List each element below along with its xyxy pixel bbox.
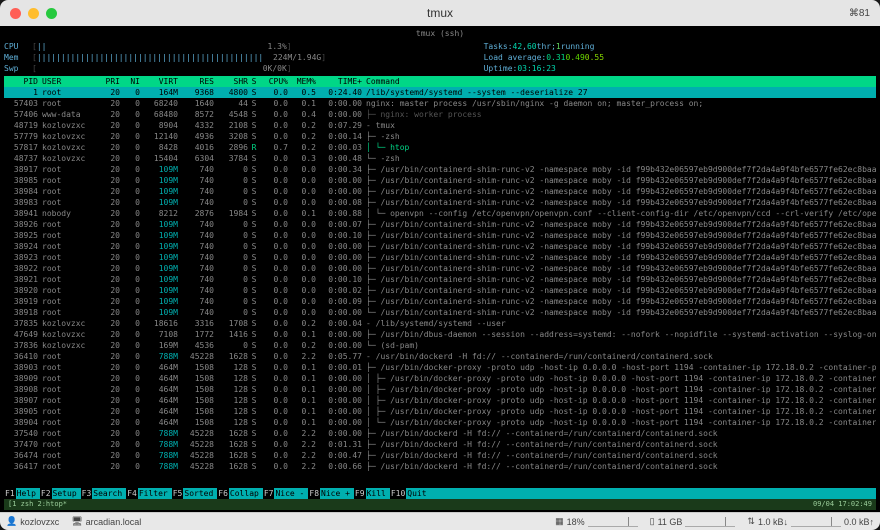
process-row[interactable]: 38923root200109M7400S0.00.00:00.00├─ /us… [4,252,876,263]
process-row[interactable]: 57403root20068240164044S0.00.10:00.00ngi… [4,98,876,109]
tmux-status-bar[interactable]: [1 zsh 2:htop* 09/04 17:02:49 [4,499,876,510]
macos-titlebar[interactable]: tmux ⌘81 [0,0,880,26]
process-row[interactable]: 38921root200109M7400S0.00.00:00.10├─ /us… [4,274,876,285]
fn-nice +[interactable]: F8Nice + [308,488,354,499]
process-list[interactable]: 57403root20068240164044S0.00.10:00.00ngi… [4,98,876,488]
col-ni[interactable]: NI [120,76,140,87]
process-row[interactable]: 38924root200109M7400S0.00.00:00.00├─ /us… [4,241,876,252]
process-row[interactable]: 57817kozlovzxc200842840162896R0.70.20:00… [4,142,876,153]
window-title: tmux [0,6,880,20]
htop-stats: CPU[||1.3%] Mem[||||||||||||||||||||||||… [4,41,876,74]
process-row[interactable]: 38908root200464M1508128S0.00.10:00.00│ ├… [4,384,876,395]
col-pid[interactable]: PID [4,76,42,87]
process-row[interactable]: 37835kozlovzxc2001861633161708S0.00.20:0… [4,318,876,329]
terminal-window: tmux ⌘81 tmux (ssh) CPU[||1.3%] Mem[||||… [0,0,880,530]
process-row[interactable]: 38983root200109M7400S0.00.00:00.08├─ /us… [4,197,876,208]
col-cmd[interactable]: Command [366,76,876,87]
process-row[interactable]: 38918root200109M7400S0.00.00:00.00└─ /us… [4,307,876,318]
col-virt[interactable]: VIRT [140,76,178,87]
fn-setup[interactable]: F2Setup [40,488,81,499]
process-row[interactable]: 38909root200464M1508128S0.00.10:00.00│ ├… [4,373,876,384]
process-row[interactable]: 38941nobody200821228761984S0.00.10:00.88… [4,208,876,219]
mem-value: 224M/1.94G [263,52,321,63]
system-status-bar: 👤 kozlovzxc 🖥 arcadian.local ▦ 18% ▯ 11 … [0,512,880,530]
col-s[interactable]: S [248,76,260,87]
cpu-label: CPU [4,41,32,52]
tasks-row: Tasks: 42, 60 thr; 1 running [484,41,876,52]
col-time[interactable]: TIME+ [316,76,366,87]
mem-spark-icon [685,517,735,527]
status-cpu: ▦ 18% [555,516,638,527]
process-row[interactable]: 47649kozlovzxc200710817721416S0.00.10:00… [4,329,876,340]
cpu-bar: [|| [32,41,229,52]
mem-label: Mem [4,52,32,63]
fn-sorted[interactable]: F5Sorted [172,488,218,499]
col-user[interactable]: USER [42,76,98,87]
swp-value: 0K/0K [229,63,287,74]
resize-hint: ⌘81 [849,8,870,19]
process-row[interactable]: 48737kozlovzxc2001540463043784S0.00.30:0… [4,153,876,164]
cpu-value: 1.3% [229,41,287,52]
process-row[interactable]: 38984root200109M7400S0.00.00:00.00├─ /us… [4,186,876,197]
htop-function-keys: F1HelpF2SetupF3SearchF4FilterF5SortedF6C… [4,488,876,499]
process-row[interactable]: 38907root200464M1508128S0.00.10:00.00│ ├… [4,395,876,406]
col-mem[interactable]: MEM% [288,76,316,87]
process-row[interactable]: 36417root200788M452281628S0.02.20:00.66├… [4,461,876,472]
process-row[interactable]: 37540root200788M452281628S0.02.20:00.00├… [4,428,876,439]
fn-collap[interactable]: F6Collap [217,488,263,499]
process-row[interactable]: 38985root200109M7400S0.00.00:00.00├─ /us… [4,175,876,186]
process-row[interactable]: 57779kozlovzxc2001214049363208S0.00.20:0… [4,131,876,142]
load-row: Load average: 0.31 0.49 0.55 [484,52,876,63]
terminal-content[interactable]: tmux (ssh) CPU[||1.3%] Mem[|||||||||||||… [0,26,880,512]
uptime-row: Uptime: 03:16:23 [484,63,876,74]
fn-kill[interactable]: F9Kill [354,488,390,499]
mem-bar: [|||||||||||||||||||||||||||||||||||||||… [32,52,263,63]
process-row[interactable]: 57406www-data2006848085724548S0.00.40:00… [4,109,876,120]
status-mem: ▯ 11 GB [650,516,736,527]
swp-label: Swp [4,63,32,74]
process-row[interactable]: 37836kozlovzxc200169M45360S0.00.20:00.00… [4,340,876,351]
process-row[interactable]: 38925root200109M7400S0.00.00:00.10├─ /us… [4,230,876,241]
fn-help[interactable]: F1Help [4,488,40,499]
selected-process-row[interactable]: 1 root 20 0 164M 9368 4800 S 0.0 0.5 0:2… [4,87,876,98]
process-row[interactable]: 48719kozlovzxc200890443322108S0.00.20:07… [4,120,876,131]
process-row[interactable]: 38905root200464M1508128S0.00.10:00.00│ ├… [4,406,876,417]
process-row[interactable]: 36410root200788M452281628S0.02.20:05.77-… [4,351,876,362]
tmux-pane-title: tmux (ssh) [4,28,876,39]
process-header[interactable]: PID USER PRI NI VIRT RES SHR S CPU% MEM%… [4,76,876,87]
status-host: 🖥 arcadian.local [71,516,141,527]
process-row[interactable]: 38922root200109M7400S0.00.00:00.00├─ /us… [4,263,876,274]
process-row[interactable]: 38926root200109M7400S0.00.00:00.07├─ /us… [4,219,876,230]
status-user: 👤 kozlovzxc [6,516,59,527]
process-row[interactable]: 36474root200788M452281628S0.02.20:00.47├… [4,450,876,461]
fn-filter[interactable]: F4Filter [126,488,172,499]
col-res[interactable]: RES [178,76,214,87]
swp-bar: [ [32,63,229,74]
col-shr[interactable]: SHR [214,76,248,87]
process-row[interactable]: 38903root200464M1508128S0.00.10:00.01├─ … [4,362,876,373]
process-row[interactable]: 37470root200788M452281628S0.02.20:01.31├… [4,439,876,450]
fn-quit[interactable]: F10Quit [390,488,431,499]
process-row[interactable]: 38919root200109M7400S0.00.00:00.09├─ /us… [4,296,876,307]
tmux-status-right: 09/04 17:02:49 [813,499,872,510]
process-row[interactable]: 38904root200464M1508128S0.00.10:00.00│ └… [4,417,876,428]
status-net: ⇅ 1.0 kB↓ 0.0 kB↑ [747,516,874,527]
tmux-status-left[interactable]: [1 zsh 2:htop* [8,499,67,510]
col-pri[interactable]: PRI [98,76,120,87]
col-cpu[interactable]: CPU% [260,76,288,87]
fn-nice -[interactable]: F7Nice - [263,488,309,499]
cpu-spark-icon [588,517,638,527]
net-spark-icon [791,517,841,527]
process-row[interactable]: 38917root200109M7400S0.00.00:00.34├─ /us… [4,164,876,175]
fn-search[interactable]: F3Search [81,488,127,499]
process-row[interactable]: 38920root200109M7400S0.00.00:00.02├─ /us… [4,285,876,296]
